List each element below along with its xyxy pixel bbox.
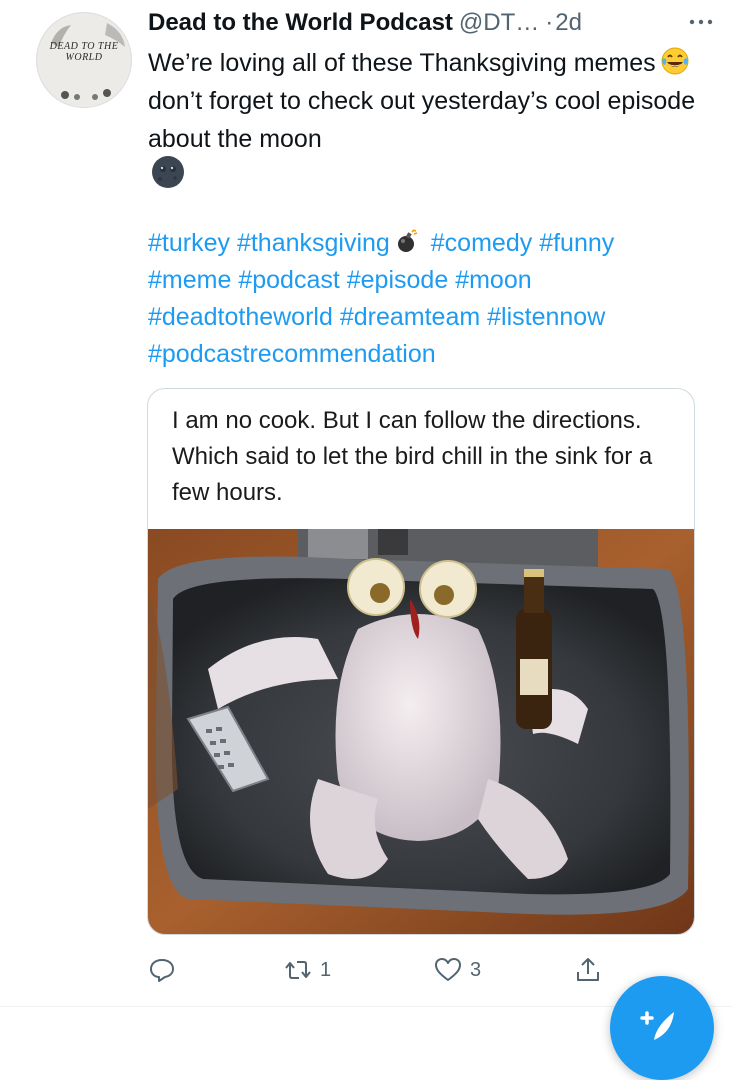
author-avatar[interactable]: DEAD TO THE WORLD bbox=[36, 12, 132, 108]
hashtag-link[interactable]: #thanksgiving bbox=[237, 229, 390, 257]
tweet-timestamp[interactable]: 2d bbox=[555, 9, 582, 37]
tweet-text: We’re loving all of these Thanksgiving m… bbox=[148, 44, 708, 158]
retweet-icon bbox=[285, 961, 311, 979]
reply-button[interactable] bbox=[148, 950, 184, 990]
hashtag-link[interactable]: #meme bbox=[148, 266, 231, 294]
reply-icon bbox=[150, 959, 174, 982]
hashtag-link[interactable]: #moon bbox=[455, 266, 531, 294]
author-name[interactable]: Dead to the World Podcast bbox=[148, 9, 453, 37]
compose-tweet-button[interactable] bbox=[610, 976, 714, 1080]
hashtag-link[interactable]: #episode bbox=[347, 266, 448, 294]
turkey-in-sink-photo bbox=[148, 529, 694, 934]
like-count: 3 bbox=[470, 958, 482, 981]
hashtag-link[interactable]: #turkey bbox=[148, 229, 230, 257]
share-button[interactable] bbox=[574, 950, 602, 990]
tweet-text-part1: We’re loving all of these Thanksgiving m… bbox=[148, 49, 656, 77]
retweet-button[interactable]: 1 bbox=[284, 950, 331, 990]
meme-caption-text: I am no cook. But I can follow the direc… bbox=[172, 407, 653, 506]
hashtag-block: #turkey #thanksgiving #comedy #funny #me… bbox=[148, 225, 708, 373]
avatar-logo-text: DEAD TO THE WORLD bbox=[49, 41, 119, 63]
hashtag-link[interactable]: #deadtotheworld bbox=[148, 303, 333, 331]
hashtag-link[interactable]: #dreamteam bbox=[340, 303, 480, 331]
hashtag-link[interactable]: #comedy bbox=[431, 229, 532, 257]
share-icon bbox=[577, 958, 599, 981]
retweet-count: 1 bbox=[320, 958, 332, 981]
new-moon-face-icon bbox=[152, 156, 184, 188]
heart-icon bbox=[435, 958, 461, 981]
tweet-media-image[interactable]: I am no cook. But I can follow the direc… bbox=[147, 388, 695, 935]
hashtag-link[interactable]: #funny bbox=[539, 229, 614, 257]
bomb-icon bbox=[397, 229, 418, 252]
tweet-text-part2: don’t forget to check out yesterday’s co… bbox=[148, 87, 696, 153]
compose-feather-icon bbox=[640, 1011, 674, 1040]
hashtag-link[interactable]: #podcast bbox=[238, 266, 339, 294]
author-handle[interactable]: @DT… bbox=[459, 9, 539, 37]
face-with-tears-of-joy-icon bbox=[661, 47, 689, 75]
hashtag-link[interactable]: #listennow bbox=[487, 303, 605, 331]
more-options-icon[interactable] bbox=[688, 14, 714, 30]
tweet-header: Dead to the World Podcast @DT… · 2d bbox=[148, 6, 714, 40]
hashtag-link[interactable]: #podcastrecommendation bbox=[148, 340, 436, 368]
separator-dot: · bbox=[545, 9, 554, 36]
like-button[interactable]: 3 bbox=[434, 950, 481, 990]
tweet-actions: 1 3 bbox=[148, 950, 628, 990]
